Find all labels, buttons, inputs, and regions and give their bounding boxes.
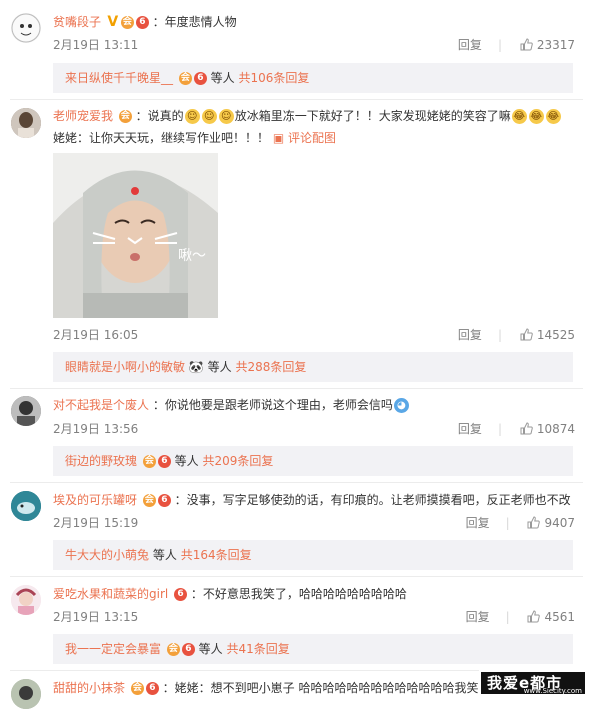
panda-emoji-icon: 🐼 [188, 360, 204, 374]
comment-picture-link[interactable]: 评论配图 [288, 131, 336, 145]
photo-caption: 啾～ [178, 248, 206, 264]
reply-username[interactable]: 来日纵使千千晚星__ [65, 71, 173, 85]
watermark-url: www.Siecity.com [523, 687, 582, 695]
view-replies-link[interactable]: 共288条回复 [235, 360, 306, 374]
emoji-icon: ☺ [201, 109, 217, 124]
comment-username[interactable]: 贫嘴段子 [53, 15, 101, 29]
comment-text: ：不好意思我笑了，哈哈哈哈哈哈哈哈哈 [190, 587, 407, 601]
avatar[interactable] [11, 396, 41, 426]
comment-date: 2月19日 13:11 [53, 38, 139, 52]
like-count: 9407 [544, 516, 575, 530]
laugh-cry-emoji-icon: 😂 [545, 109, 561, 124]
divider [10, 482, 583, 483]
picture-icon: ▣ [272, 131, 285, 145]
verified-icon: V [107, 14, 119, 30]
emoji-icon: ☺ [184, 109, 200, 124]
vip-icon: 会 [130, 682, 144, 695]
reply-button[interactable]: 回复 [466, 516, 490, 530]
level-icon: 6 [135, 16, 149, 29]
reply-username[interactable]: 街边的野玫瑰 [65, 454, 137, 468]
like-count: 14525 [536, 328, 575, 342]
comment-text: ：你说他要是跟老师说这个理由，老师会信吗 [152, 398, 393, 412]
thumbs-up-icon [527, 516, 541, 529]
thumbs-up-icon [527, 610, 541, 623]
like-count: 4561 [544, 610, 575, 624]
comment-text: ：说真的 [135, 109, 184, 123]
avatar[interactable] [11, 585, 41, 615]
like-button[interactable]: 10874 [520, 422, 575, 436]
replies-preview: 眼睛就是小啊小的敏敏 🐼 等人 共288条回复 [53, 352, 573, 382]
view-replies-link[interactable]: 共209条回复 [203, 454, 274, 468]
comment-text: ：没事，写字足够使劲的话，有印痕的。让老师摸摸看吧，反正老师也不改 [174, 493, 571, 507]
level-icon: 6 [193, 72, 207, 85]
reply-button[interactable]: 回复 [458, 328, 482, 342]
level-icon: 6 [181, 643, 195, 656]
like-count: 23317 [536, 38, 575, 52]
reply-others-label: 等人 [152, 548, 177, 562]
replies-preview: 街边的野玫瑰 会6 等人 共209条回复 [53, 446, 573, 476]
like-button[interactable]: 23317 [520, 38, 575, 52]
reply-others-label: 等人 [198, 642, 223, 656]
divider [10, 388, 583, 389]
reply-username[interactable]: 我一一定定会暴富 [65, 642, 161, 656]
reply-others-label: 等人 [174, 454, 199, 468]
vip-icon: 会 [120, 16, 134, 29]
level-icon: 6 [145, 682, 159, 695]
comment-username[interactable]: 埃及的可乐罐呀 [53, 493, 137, 507]
comment-text: 姥姥：让你天天玩，继续写作业吧！！！ [53, 131, 270, 145]
reply-button[interactable]: 回复 [458, 38, 482, 52]
laugh-cry-emoji-icon: 😂 [528, 109, 544, 124]
like-button[interactable]: 9407 [527, 516, 575, 530]
site-watermark-logo: 我爱e都市 www.Siecity.com [479, 670, 587, 696]
comment-text: ：姥姥：想不到吧小崽子 哈哈哈哈哈哈哈哈哈哈哈哈哈我笑吐了 [162, 681, 503, 695]
comment-date: 2月19日 13:15 [53, 610, 139, 624]
avatar[interactable] [11, 679, 41, 709]
reply-others-label: 等人 [210, 71, 235, 85]
view-replies-link[interactable]: 共164条回复 [181, 548, 252, 562]
view-replies-link[interactable]: 共106条回复 [239, 71, 310, 85]
thumbs-up-icon [520, 38, 533, 51]
level-icon: 6 [157, 494, 171, 507]
avatar[interactable] [11, 108, 41, 138]
like-count: 10874 [536, 422, 575, 436]
level-icon: 6 [157, 455, 171, 468]
comment-date: 2月19日 16:05 [53, 328, 139, 342]
avatar[interactable] [11, 491, 41, 521]
thumbs-up-icon [520, 422, 533, 435]
comment-username[interactable]: 老师宠爱我 [53, 109, 113, 123]
comment-date: 2月19日 13:56 [53, 422, 139, 436]
like-button[interactable]: 4561 [527, 610, 575, 624]
vip-icon: 会 [118, 110, 132, 123]
comment-date: 2月19日 15:19 [53, 516, 139, 530]
reply-username[interactable]: 牛大大的小萌兔 [65, 548, 149, 562]
replies-preview: 牛大大的小萌兔 等人 共164条回复 [53, 540, 573, 570]
reply-button[interactable]: 回复 [466, 610, 490, 624]
avatar[interactable] [11, 13, 41, 43]
vip-icon: 会 [142, 455, 156, 468]
laugh-cry-emoji-icon: 😂 [511, 109, 527, 124]
divider [10, 576, 583, 577]
comment-username[interactable]: 爱吃水果和蔬菜的girl [53, 587, 168, 601]
comment-photo[interactable]: 啾～ [53, 153, 218, 318]
level-icon: 6 [174, 588, 188, 601]
view-replies-link[interactable]: 共41条回复 [227, 642, 290, 656]
vip-icon: 会 [142, 494, 156, 507]
vip-icon: 会 [178, 72, 192, 85]
reply-others-label: 等人 [207, 360, 232, 374]
comment-text: ：年度悲情人物 [152, 15, 237, 29]
comment-username[interactable]: 甜甜的小抹茶 [53, 681, 125, 695]
divider [10, 99, 583, 100]
emoji-icon: ☺ [218, 109, 234, 124]
comment-username[interactable]: 对不起我是个废人 [53, 398, 149, 412]
thumbs-up-icon [520, 328, 533, 341]
vip-icon: 会 [166, 643, 180, 656]
doraemon-emoji-icon: ◕ [393, 398, 409, 413]
reply-username[interactable]: 眼睛就是小啊小的敏敏 [65, 360, 185, 374]
comment-text: 放冰箱里冻一下就好了！！大家发现姥姥的笑容了嘛 [234, 109, 511, 123]
reply-button[interactable]: 回复 [458, 422, 482, 436]
replies-preview: 来日纵使千千晚星__ 会6 等人 共106条回复 [53, 63, 573, 93]
replies-preview: 我一一定定会暴富 会6 等人 共41条回复 [53, 634, 573, 664]
like-button[interactable]: 14525 [520, 328, 575, 342]
